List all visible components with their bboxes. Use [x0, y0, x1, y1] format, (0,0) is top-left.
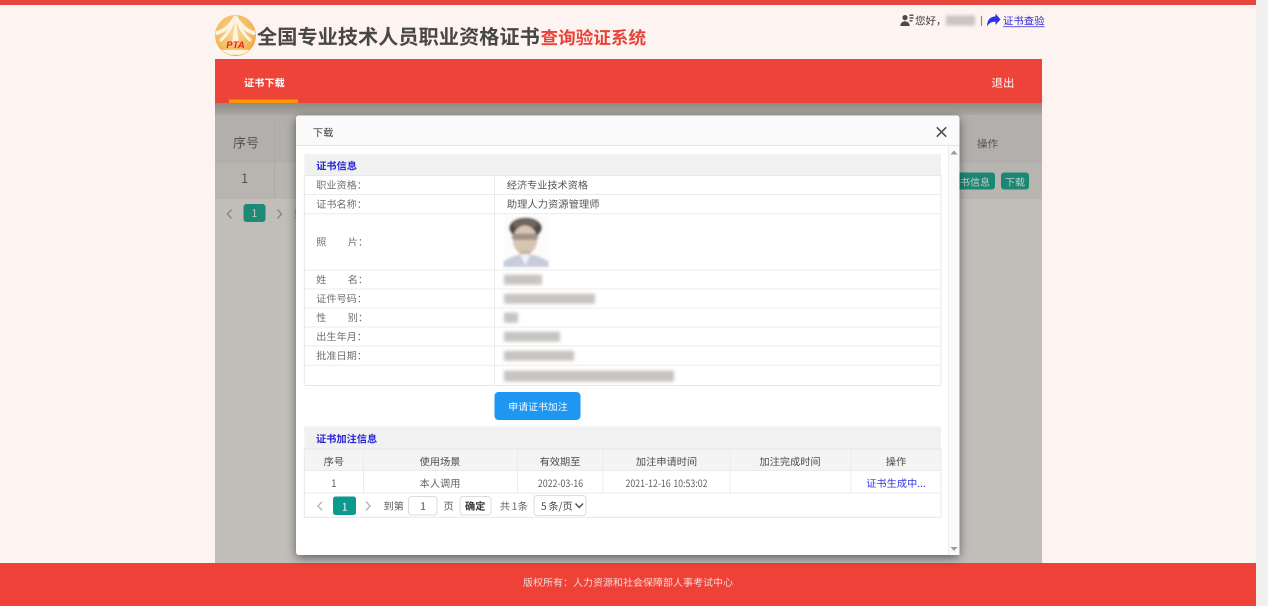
svg-text:PTA: PTA: [226, 40, 245, 51]
